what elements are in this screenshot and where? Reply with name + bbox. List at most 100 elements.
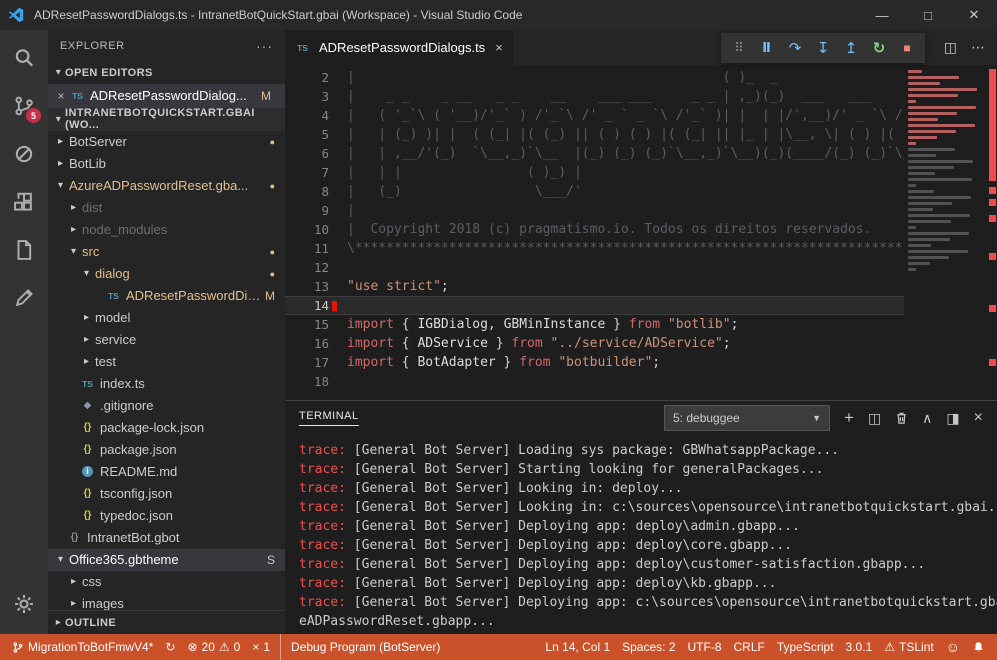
code-line-13[interactable]: 13"use strict"; xyxy=(285,277,997,296)
code-line-7[interactable]: 7| | | ( )_) | | xyxy=(285,163,997,182)
open-editor-item[interactable]: × TS ADResetPasswordDialog... M xyxy=(48,84,285,108)
eol-item[interactable]: CRLF xyxy=(728,634,771,660)
step-over-button[interactable]: ↷ xyxy=(783,36,807,60)
tree-item-package-json[interactable]: {}package.json xyxy=(48,439,285,461)
move-panel-icon[interactable]: ◨ xyxy=(946,410,959,427)
line-number[interactable]: 7 xyxy=(285,163,347,182)
tree-item-azureadpasswordreset-gba[interactable]: ▾AzureADPasswordReset.gba...● xyxy=(48,175,285,197)
code-line-10[interactable]: 10| Copyright 2018 (c) pragmatismo.io. T… xyxy=(285,220,997,239)
minimize-button[interactable]: — xyxy=(859,0,905,30)
tree-item-botlib[interactable]: ▸BotLib xyxy=(48,153,285,175)
line-number[interactable]: 14 xyxy=(285,296,347,315)
tree-item-index-ts[interactable]: TSindex.ts xyxy=(48,373,285,395)
debug-target-item[interactable]: Debug Program (BotServer) xyxy=(280,634,446,660)
tree-item-dialog[interactable]: ▾dialog● xyxy=(48,263,285,285)
line-number[interactable]: 9 xyxy=(285,201,347,220)
pause-button[interactable]: Ⅱ xyxy=(755,36,779,60)
tree-item-tsconfig-json[interactable]: {}tsconfig.json xyxy=(48,483,285,505)
code-line-9[interactable]: 9| | xyxy=(285,201,997,220)
outline-header[interactable]: ▸ OUTLINE xyxy=(48,610,285,634)
workspace-folder-header[interactable]: ▾ INTRANETBOTQUICKSTART.GBAI (WO... xyxy=(48,108,285,131)
open-editors-header[interactable]: ▾ OPEN EDITORS xyxy=(48,62,285,84)
sidebar-more-actions-icon[interactable]: ··· xyxy=(256,38,273,54)
step-out-button[interactable]: ↥ xyxy=(839,36,863,60)
overview-ruler[interactable] xyxy=(988,65,997,400)
edit-icon[interactable] xyxy=(0,274,48,322)
line-number[interactable]: 3 xyxy=(285,87,347,106)
extra-count-item[interactable]: × 1 xyxy=(246,634,276,660)
drag-handle-icon[interactable]: ⠿ xyxy=(727,36,751,60)
indentation-item[interactable]: Spaces: 2 xyxy=(616,634,681,660)
debug-icon[interactable] xyxy=(0,130,48,178)
stop-button[interactable]: ■ xyxy=(895,36,919,60)
tree-item-intranetbot-gbot[interactable]: {}IntranetBot.gbot xyxy=(48,527,285,549)
code-line-5[interactable]: 5| | (_) )| | ( (_| |( (_) || ( ) ( ) |(… xyxy=(285,125,997,144)
terminal-output[interactable]: trace: [General Bot Server] Loading sys … xyxy=(285,435,997,634)
gear-icon[interactable] xyxy=(0,580,48,628)
code-line-12[interactable]: 12 xyxy=(285,258,997,277)
line-number[interactable]: 5 xyxy=(285,125,347,144)
encoding-item[interactable]: UTF-8 xyxy=(682,634,728,660)
line-number[interactable]: 12 xyxy=(285,258,347,277)
code-line-8[interactable]: 8| (_) \___/' | xyxy=(285,182,997,201)
kill-terminal-icon[interactable] xyxy=(895,411,908,425)
restart-button[interactable]: ↻ xyxy=(867,36,891,60)
tree-item-gitignore[interactable]: ◆.gitignore xyxy=(48,395,285,417)
line-number[interactable]: 15 xyxy=(285,315,347,334)
tab-adresetpassworddialogs[interactable]: TS ADResetPasswordDialogs.ts × xyxy=(285,30,514,65)
line-number[interactable]: 8 xyxy=(285,182,347,201)
line-number[interactable]: 11 xyxy=(285,239,347,258)
split-editor-icon[interactable]: ◫ xyxy=(944,39,957,56)
tree-item-images[interactable]: ▸images xyxy=(48,593,285,610)
extensions-icon[interactable] xyxy=(0,178,48,226)
ts-version-item[interactable]: 3.0.1 xyxy=(840,634,879,660)
code-line-17[interactable]: 17import { BotAdapter } from "botbuilder… xyxy=(285,353,997,372)
close-icon[interactable]: × xyxy=(495,40,503,55)
git-branch-item[interactable]: MigrationToBotFmwV4* xyxy=(6,634,159,660)
code-line-15[interactable]: 15import { IGBDialog, GBMinInstance } fr… xyxy=(285,315,997,334)
code-line-14[interactable]: 14 xyxy=(285,296,997,315)
feedback-smiley-item[interactable]: ☺ xyxy=(940,634,966,660)
more-actions-icon[interactable]: ⋯ xyxy=(971,39,985,56)
code-area[interactable]: 2| ( )_ _ |3| _ _ _ __ _ _ __ ___ ___ _ … xyxy=(285,65,997,400)
code-line-16[interactable]: 16import { ADService } from "../service/… xyxy=(285,334,997,353)
tree-item-node-modules[interactable]: ▸node_modules xyxy=(48,219,285,241)
source-control-icon[interactable]: 5 xyxy=(0,82,48,130)
code-line-4[interactable]: 4| ( '_`\ ( '__)/'_` ) /'_`\ /' _ ` _ `\… xyxy=(285,106,997,125)
close-panel-icon[interactable]: × xyxy=(974,409,983,427)
close-icon[interactable]: × xyxy=(54,89,68,103)
split-terminal-icon[interactable]: ◫ xyxy=(868,410,881,427)
tree-item-dist[interactable]: ▸dist xyxy=(48,197,285,219)
line-number[interactable]: 6 xyxy=(285,144,347,163)
cursor-position-item[interactable]: Ln 14, Col 1 xyxy=(539,634,616,660)
code-line-3[interactable]: 3| _ _ _ __ _ _ __ ___ ___ _ _ | ,_)(_) … xyxy=(285,87,997,106)
problems-item[interactable]: ⊗ 20 ⚠ 0 xyxy=(181,634,246,660)
tree-item-adresetpassworddial[interactable]: TSADResetPasswordDial...M xyxy=(48,285,285,307)
tree-item-test[interactable]: ▸test xyxy=(48,351,285,373)
tree-item-src[interactable]: ▾src● xyxy=(48,241,285,263)
line-number[interactable]: 13 xyxy=(285,277,347,296)
tree-item-css[interactable]: ▸css xyxy=(48,571,285,593)
line-number[interactable]: 10 xyxy=(285,220,347,239)
file-icon[interactable] xyxy=(0,226,48,274)
line-number[interactable]: 17 xyxy=(285,353,347,372)
line-number[interactable]: 2 xyxy=(285,68,347,87)
tree-item-office365-gbtheme[interactable]: ▾Office365.gbthemeS xyxy=(48,549,285,571)
sync-button[interactable]: ↻ xyxy=(159,634,181,660)
search-icon[interactable] xyxy=(0,34,48,82)
line-number[interactable]: 4 xyxy=(285,106,347,125)
terminal-tab[interactable]: TERMINAL xyxy=(299,410,359,426)
code-line-6[interactable]: 6| | ,__/'(_) `\__,_)`\__ |(_) (_) (_)`\… xyxy=(285,144,997,163)
close-window-button[interactable]: ✕ xyxy=(951,0,997,30)
tslint-item[interactable]: ⚠ TSLint xyxy=(878,634,939,660)
code-line-11[interactable]: 11\*************************************… xyxy=(285,239,997,258)
code-line-18[interactable]: 18 xyxy=(285,372,997,391)
terminal-select[interactable]: 5: debuggee ▼ xyxy=(664,405,830,431)
maximize-panel-icon[interactable]: ∧ xyxy=(922,410,932,427)
tree-item-botserver[interactable]: ▸BotServer● xyxy=(48,131,285,153)
minimap[interactable] xyxy=(904,65,988,400)
tree-item-readme-md[interactable]: iREADME.md xyxy=(48,461,285,483)
maximize-button[interactable]: □ xyxy=(905,0,951,30)
tree-item-package-lock-json[interactable]: {}package-lock.json xyxy=(48,417,285,439)
code-line-2[interactable]: 2| ( )_ _ | xyxy=(285,68,997,87)
